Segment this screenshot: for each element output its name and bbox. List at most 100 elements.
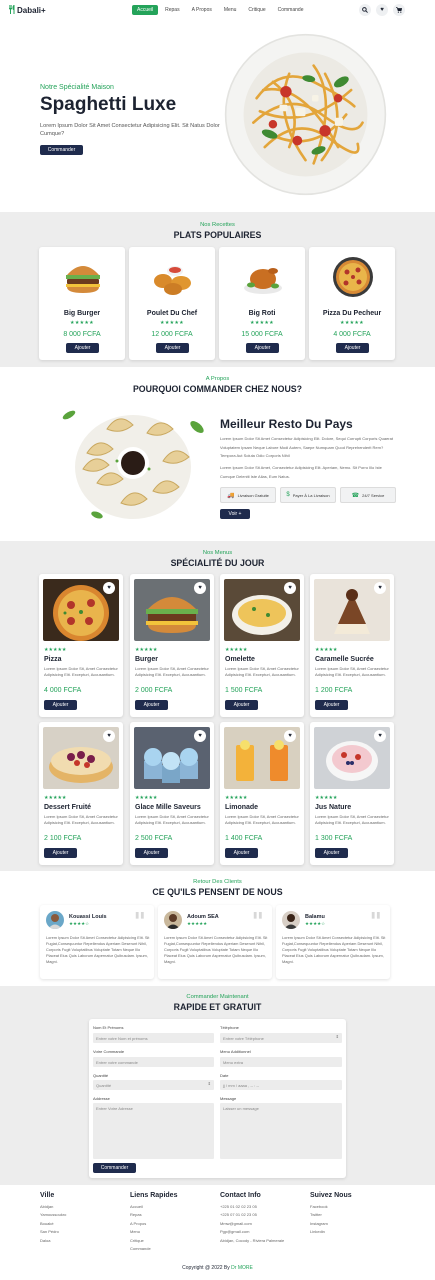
extra-label: Menu Additionnel [220,1049,251,1054]
quote-icon: " [133,907,146,936]
quantity-stepper[interactable]: Quantité ⇕ [93,1080,214,1090]
special-name: Pizza [44,656,62,663]
footer-link[interactable]: San Pédro [40,1228,66,1236]
special-price: 2 000 FCFA [135,687,173,694]
heart-icon[interactable]: ♥ [374,730,386,742]
phone-field[interactable]: Entrer votre Téléphone ⇕ [220,1033,342,1043]
footer-link[interactable]: Yamoussoukro [40,1211,66,1219]
rating-stars: ★★★★★ [315,795,338,801]
heart-icon[interactable]: ♥ [284,730,296,742]
add-button[interactable]: Ajouter [135,848,168,858]
logo[interactable]: Dabali+ [8,4,46,16]
footer-link[interactable]: Bouaké [40,1220,66,1228]
add-button[interactable]: Ajouter [225,700,258,710]
roast-image [244,268,282,294]
logo-text: Dabali+ [17,5,46,15]
footer-link[interactable]: Pgp@gmail.com [220,1228,284,1236]
name-label: Nom Et Prénoms [93,1025,124,1030]
special-desc: Lorem Ipsum Dolor Sit, Amet Consectetur … [44,666,118,677]
order-field[interactable]: Entrer votre commande [93,1057,214,1067]
add-button[interactable]: Ajouter [135,700,168,710]
footer-link[interactable]: Accueil [130,1203,177,1211]
burger-image [66,266,100,293]
page: Dabali+ Accueil Repas A Propos Menu Crit… [0,0,435,1280]
footer-column: Ville Abidjan Yamoussoukro Bouaké San Pédro D… [40,1192,66,1245]
nav-item-menu[interactable]: Menu [219,5,242,15]
heart-icon[interactable]: ♥ [103,582,115,594]
footer-link[interactable]: Commande [130,1245,177,1253]
footer-link[interactable]: Instagram [310,1220,352,1228]
hero-title: Spaghetti Luxe [40,94,177,115]
add-button[interactable]: Ajouter [66,343,99,353]
popular-title: PLATS POPULAIRES [173,230,262,240]
special-card: ♥ ★★★★★ Glace Mille Saveurs Lorem Ipsum Dol… [130,722,214,865]
footer-link[interactable]: Abidjan [40,1203,66,1211]
footer-column: Contact Info +225 01 02 02 23 05 +225 07 0… [220,1192,284,1245]
nav-item-critique[interactable]: Critique [243,5,270,15]
extra-field[interactable]: Menu extra [220,1057,342,1067]
nav-item-commande[interactable]: Commande [273,5,309,15]
add-button[interactable]: Ajouter [156,343,189,353]
footer-link[interactable]: Linkedin [310,1228,352,1236]
heart-icon[interactable]: ♥ [284,582,296,594]
popular-name: Big Roti [248,310,276,317]
order-subtitle: Commander Maintenant [186,994,249,1000]
nav-item-a-propos[interactable]: A Propos [187,5,217,15]
special-desc: Lorem Ipsum Dolor Sit, Amet Consectetur … [225,666,299,677]
reviewer-name: Kouassi Louis [69,914,107,920]
name-field[interactable]: Entrer votre Nom et prénoms [93,1033,214,1043]
heart-icon[interactable]: ♥ [194,582,206,594]
popular-price: 12 000 FCFA [151,331,193,338]
phone-placeholder: Entrer votre Téléphone [223,1036,264,1041]
rating-stars: ★★★★★ [340,320,364,326]
footer-link[interactable]: Repas [130,1211,177,1219]
add-button[interactable]: Ajouter [44,700,77,710]
hero-text: Lorem Ipsum Dolor Sit Amet Consectetur A… [40,123,220,137]
special-price: 1 200 FCFA [315,687,353,694]
footer-link[interactable]: +225 01 02 02 23 05 [220,1203,284,1211]
special-price: 1 400 FCFA [225,835,263,842]
footer-link[interactable]: Menu [130,1228,177,1236]
heart-icon[interactable]: ♥ [376,4,388,16]
footer-link[interactable]: Daloa [40,1237,66,1245]
footer-link[interactable]: +225 07 01 02 23 05 [220,1211,284,1219]
heart-icon[interactable]: ♥ [194,730,206,742]
nav-item-repas[interactable]: Repas [160,5,184,15]
review-card: Kouassi Louis ★★★★☆ " Lorem Ipsum Dolor … [40,905,154,979]
add-button[interactable]: Ajouter [336,343,369,353]
heart-icon[interactable]: ♥ [103,730,115,742]
cart-icon[interactable] [393,4,405,16]
footer-link[interactable]: Mmw@gmail.com [220,1220,284,1228]
address-field[interactable]: Entrer Votre Adresse [93,1103,214,1159]
order-submit-button[interactable]: Commander [93,1163,136,1173]
footer-link[interactable]: A Propos [130,1220,177,1228]
feature-badge: 🚚 Livraison Gratuite [220,487,276,503]
footer-link[interactable]: Twitter [310,1211,352,1219]
footer-link[interactable]: Critique [130,1237,177,1245]
message-field[interactable]: Laisser un message [220,1103,342,1159]
footer-link[interactable]: Facebook [310,1203,352,1211]
search-icon[interactable] [359,4,371,16]
dollar-icon: $ [286,492,290,498]
add-button[interactable]: Ajouter [315,700,348,710]
heart-icon[interactable]: ♥ [374,582,386,594]
add-button[interactable]: Ajouter [44,848,77,858]
phone-label: Téléphone [220,1025,239,1030]
copyright-brand[interactable]: Dr MORE [231,1265,253,1271]
nav-item-accueil[interactable]: Accueil [132,5,159,15]
footer-column: Suivez Nous Facebook Twitter Instagram Linke… [310,1192,352,1237]
hero-order-button[interactable]: Commander [40,145,83,155]
add-button[interactable]: Ajouter [225,848,258,858]
chicken-image [154,266,191,295]
see-more-button[interactable]: Voir + [220,509,250,519]
rating-stars: ★★★★★ [315,647,338,653]
footer-link[interactable]: Abidjan, Cocody - Riviera Palmeraie [220,1237,284,1245]
add-button[interactable]: Ajouter [315,848,348,858]
rating-stars: ★★★★★ [135,647,158,653]
date-field[interactable]: jj / mm / aaaa , -- : -- [220,1080,342,1090]
special-desc: Lorem Ipsum Dolor Sit, Amet Consectetur … [315,666,389,677]
special-card: ♥ ★★★★★ Burger Lorem Ipsum Dolor Sit, Amet … [130,574,214,717]
add-button[interactable]: Ajouter [246,343,279,353]
rating-stars: ★★★★★ [187,921,208,926]
fork-knife-icon [8,4,16,16]
